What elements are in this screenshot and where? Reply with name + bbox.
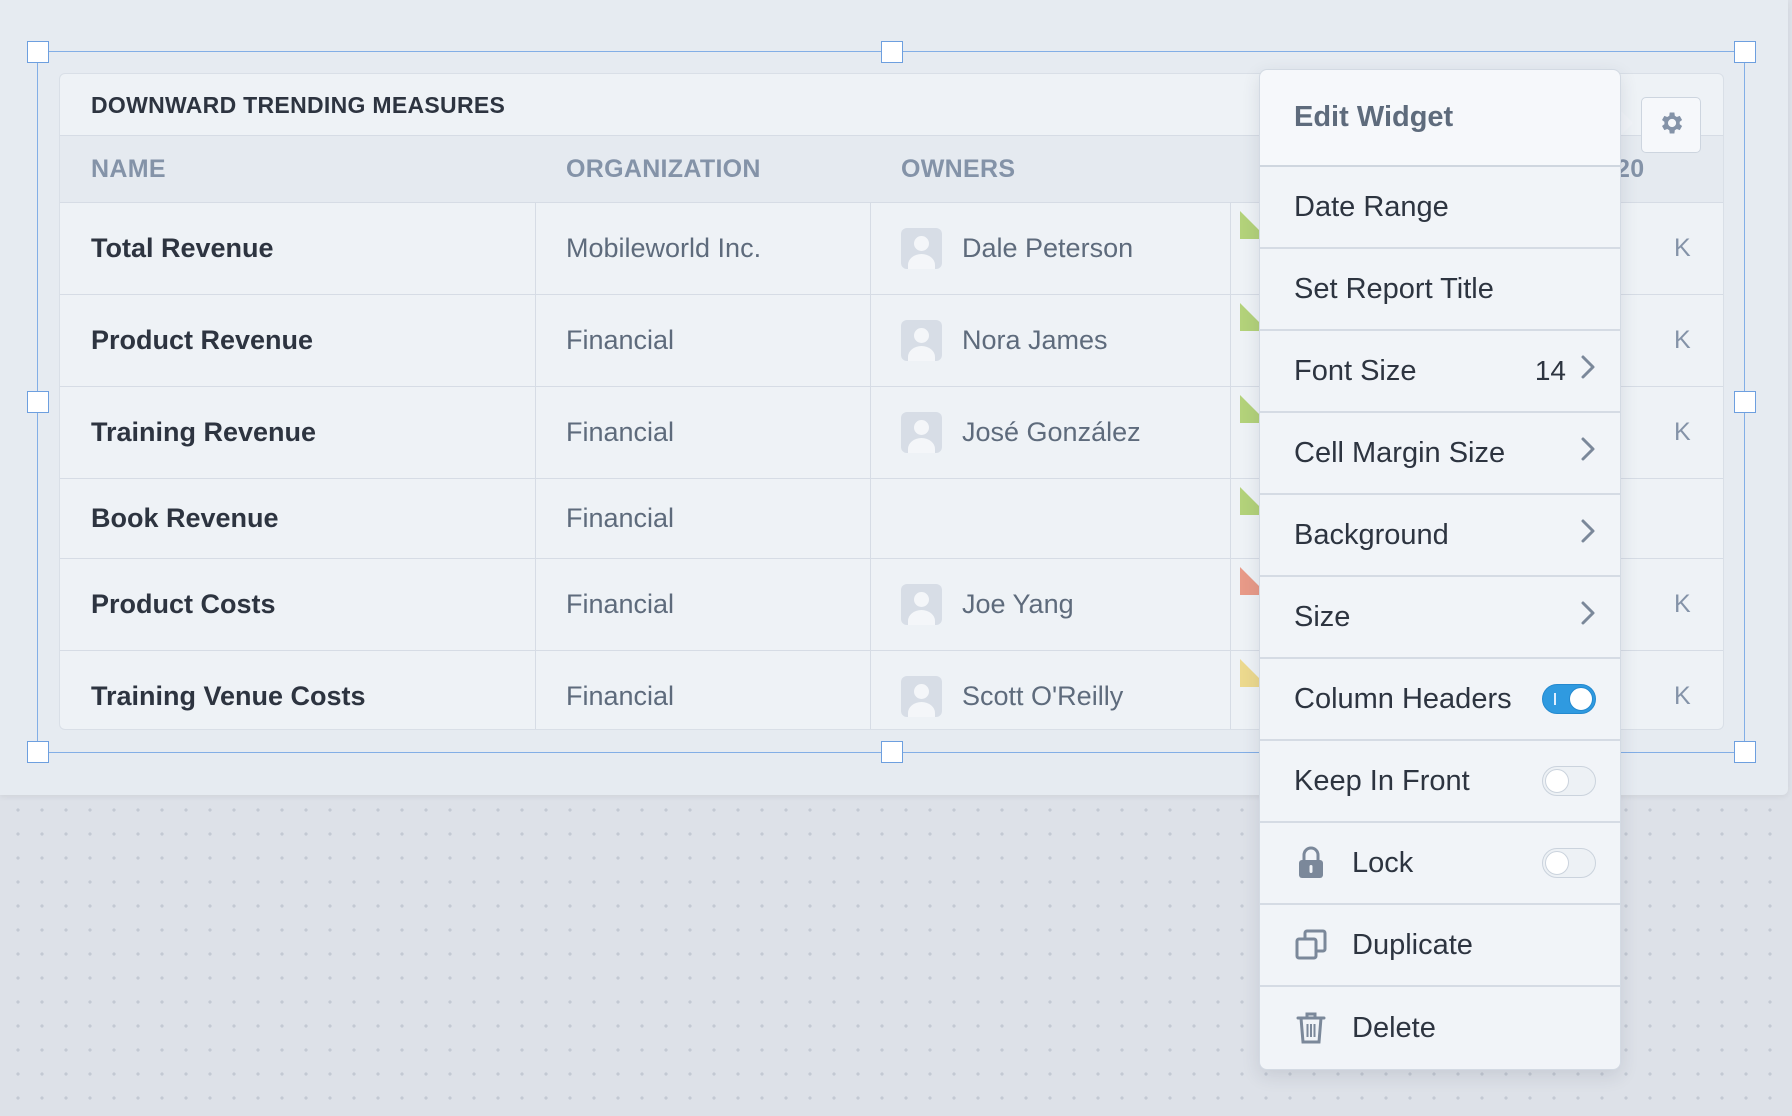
cell-clipped: K xyxy=(1674,682,1691,710)
lock-toggle[interactable] xyxy=(1542,848,1596,878)
menu-item-label: Delete xyxy=(1352,1011,1436,1044)
cell-name: Product Revenue xyxy=(91,325,314,355)
resize-handle-bottom-left[interactable] xyxy=(27,741,49,763)
menu-item-label: Cell Margin Size xyxy=(1294,436,1506,469)
cell-name: Training Revenue xyxy=(91,417,317,447)
avatar xyxy=(901,412,942,453)
menu-item-label: Set Report Title xyxy=(1294,272,1494,305)
owner-name: Dale Peterson xyxy=(962,233,1134,263)
cell-clipped: K xyxy=(1674,590,1691,618)
cell-name: Total Revenue xyxy=(91,233,274,263)
menu-item-font-size[interactable]: Font Size 14 xyxy=(1260,331,1620,413)
column-headers-toggle[interactable] xyxy=(1542,684,1596,714)
menu-item-duplicate[interactable]: Duplicate xyxy=(1260,905,1620,987)
resize-handle-top[interactable] xyxy=(881,41,903,63)
resize-handle-right[interactable] xyxy=(1734,391,1756,413)
menu-pointer xyxy=(1619,109,1633,137)
cell-owner: Joe Yang xyxy=(901,559,1074,650)
owner-name: Nora James xyxy=(962,325,1108,355)
chevron-right-icon xyxy=(1580,354,1596,388)
cell-organization: Financial xyxy=(566,589,675,619)
cell-organization: Mobileworld Inc. xyxy=(566,233,762,263)
gear-icon xyxy=(1657,109,1685,142)
cell-organization: Financial xyxy=(566,681,675,711)
menu-item-label: Background xyxy=(1294,518,1449,551)
menu-item-label: Keep In Front xyxy=(1294,764,1470,797)
avatar xyxy=(901,584,942,625)
cell-clipped: K xyxy=(1674,326,1691,354)
edit-widget-menu: Edit Widget Date Range Set Report Title … xyxy=(1259,69,1621,1070)
cell-name: Training Venue Costs xyxy=(91,681,366,711)
menu-item-delete[interactable]: Delete xyxy=(1260,987,1620,1069)
owner-name: José González xyxy=(962,417,1141,447)
cell-clipped: K xyxy=(1674,418,1691,446)
chevron-right-icon xyxy=(1580,518,1596,552)
keep-in-front-toggle[interactable] xyxy=(1542,766,1596,796)
cell-organization: Financial xyxy=(566,503,675,533)
trash-icon xyxy=(1294,1010,1328,1046)
cell-name: Product Costs xyxy=(91,589,276,619)
cell-clipped: K xyxy=(1674,234,1691,262)
menu-item-cell-margin-size[interactable]: Cell Margin Size xyxy=(1260,413,1620,495)
menu-item-label: Size xyxy=(1294,600,1351,633)
menu-item-set-report-title[interactable]: Set Report Title xyxy=(1260,249,1620,331)
menu-item-keep-in-front[interactable]: Keep In Front xyxy=(1260,741,1620,823)
widget-settings-button[interactable] xyxy=(1641,97,1701,153)
owner-name: Scott O'Reilly xyxy=(962,681,1124,711)
column-header-name[interactable]: NAME xyxy=(91,155,166,184)
menu-item-label: Date Range xyxy=(1294,190,1449,223)
menu-item-date-range[interactable]: Date Range xyxy=(1260,167,1620,249)
lock-icon xyxy=(1294,845,1328,881)
cell-owner: Nora James xyxy=(901,295,1108,386)
cell-organization: Financial xyxy=(566,325,675,355)
resize-handle-top-left[interactable] xyxy=(27,41,49,63)
menu-item-column-headers[interactable]: Column Headers xyxy=(1260,659,1620,741)
menu-item-label: Lock xyxy=(1352,846,1414,879)
menu-title: Edit Widget xyxy=(1260,70,1620,167)
avatar xyxy=(901,320,942,361)
resize-handle-bottom-right[interactable] xyxy=(1734,741,1756,763)
menu-item-label: Duplicate xyxy=(1352,928,1473,961)
owner-name: Joe Yang xyxy=(962,589,1074,619)
cell-name: Book Revenue xyxy=(91,503,279,533)
cell-owner: José González xyxy=(901,387,1141,478)
column-header-owners[interactable]: OWNERS xyxy=(901,155,1015,184)
avatar xyxy=(901,228,942,269)
duplicate-icon xyxy=(1294,927,1328,963)
widget-title: DOWNWARD TRENDING MEASURES xyxy=(91,92,506,118)
menu-item-background[interactable]: Background xyxy=(1260,495,1620,577)
avatar xyxy=(901,676,942,717)
menu-item-lock[interactable]: Lock xyxy=(1260,823,1620,905)
font-size-value: 14 xyxy=(1534,355,1566,386)
resize-handle-left[interactable] xyxy=(27,391,49,413)
menu-item-size[interactable]: Size xyxy=(1260,577,1620,659)
chevron-right-icon xyxy=(1580,600,1596,634)
chevron-right-icon xyxy=(1580,436,1596,470)
menu-item-label: Column Headers xyxy=(1294,682,1512,715)
resize-handle-top-right[interactable] xyxy=(1734,41,1756,63)
column-header-organization[interactable]: ORGANIZATION xyxy=(566,155,761,184)
cell-organization: Financial xyxy=(566,417,675,447)
resize-handle-bottom[interactable] xyxy=(881,741,903,763)
menu-item-label: Font Size xyxy=(1294,354,1417,387)
cell-owner: Scott O'Reilly xyxy=(901,651,1124,729)
cell-owner: Dale Peterson xyxy=(901,203,1133,294)
